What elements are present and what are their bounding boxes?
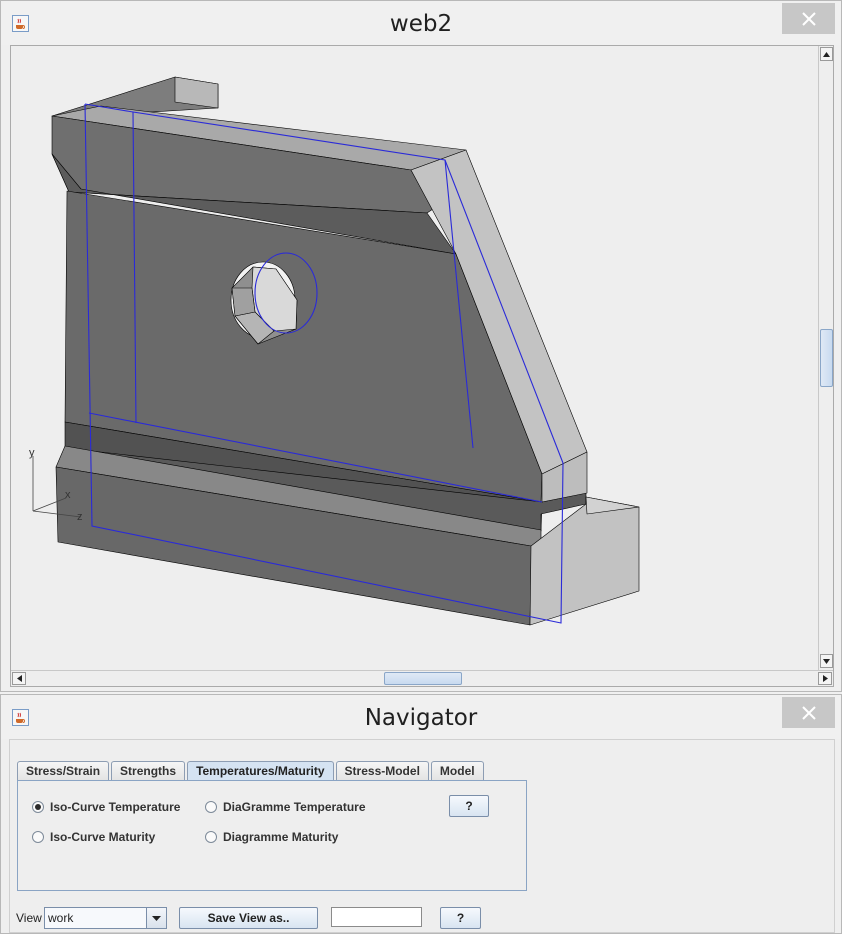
horizontal-scrollbar[interactable] xyxy=(11,670,833,686)
vertical-scrollbar[interactable] xyxy=(818,46,833,670)
tab-model[interactable]: Model xyxy=(430,761,484,781)
vertical-scroll-thumb[interactable] xyxy=(820,329,833,387)
navigator-titlebar[interactable]: Navigator xyxy=(1,695,841,739)
window-title: Navigator xyxy=(364,705,478,731)
axis-label-x: x xyxy=(65,489,71,501)
arrow-down-icon xyxy=(823,658,830,664)
tab-strip: Stress/Strain Strengths Temperatures/Mat… xyxy=(17,761,486,782)
radio-unselected-icon xyxy=(205,801,217,813)
navigator-panel: Stress/Strain Strengths Temperatures/Mat… xyxy=(9,739,835,933)
arrow-up-icon xyxy=(823,51,830,57)
view-label: View xyxy=(16,911,42,925)
scroll-right-button[interactable] xyxy=(818,672,832,685)
radio-unselected-icon xyxy=(205,831,217,843)
viewer-titlebar[interactable]: web2 xyxy=(1,1,841,45)
dropdown-button[interactable] xyxy=(146,908,166,928)
axis-label-y: y xyxy=(29,447,35,459)
radio-unselected-icon xyxy=(32,831,44,843)
3d-model-canvas[interactable]: y x z xyxy=(11,46,817,669)
chevron-down-icon xyxy=(152,915,161,921)
window-title: web2 xyxy=(389,11,453,37)
radio-diagramme-temperature[interactable]: DiaGramme Temperature xyxy=(205,800,366,814)
tab-stress-model[interactable]: Stress-Model xyxy=(335,761,429,781)
horizontal-scroll-thumb[interactable] xyxy=(384,672,462,685)
view-select[interactable]: work xyxy=(44,907,167,929)
radio-iso-curve-temperature[interactable]: Iso-Curve Temperature xyxy=(32,800,180,814)
tab-temperatures-maturity[interactable]: Temperatures/Maturity xyxy=(187,761,334,782)
scroll-down-button[interactable] xyxy=(820,654,833,668)
close-button[interactable] xyxy=(782,697,835,728)
view-help-button[interactable]: ? xyxy=(440,907,481,929)
scroll-left-button[interactable] xyxy=(12,672,26,685)
close-button[interactable] xyxy=(782,3,835,34)
viewer-window: web2 y x z xyxy=(0,0,842,692)
view-name-input[interactable] xyxy=(331,907,422,927)
navigator-window: Navigator Stress/Strain Strengths Temper… xyxy=(0,694,842,934)
close-x-icon xyxy=(801,705,816,720)
tab-strengths[interactable]: Strengths xyxy=(111,761,186,781)
arrow-right-icon xyxy=(822,675,828,682)
axis-label-z: z xyxy=(77,511,83,523)
close-x-icon xyxy=(801,11,816,26)
scroll-up-button[interactable] xyxy=(820,47,833,61)
radio-diagramme-maturity[interactable]: Diagramme Maturity xyxy=(205,830,338,844)
arrow-left-icon xyxy=(16,675,22,682)
radio-iso-curve-maturity[interactable]: Iso-Curve Maturity xyxy=(32,830,155,844)
concrete-web-model xyxy=(51,76,640,626)
view-select-value: work xyxy=(48,911,74,925)
radio-selected-icon xyxy=(32,801,44,813)
tab-stress-strain[interactable]: Stress/Strain xyxy=(17,761,110,781)
radio-label: Iso-Curve Temperature xyxy=(50,800,181,814)
radio-label: DiaGramme Temperature xyxy=(223,800,366,814)
help-button[interactable]: ? xyxy=(449,795,489,817)
save-view-button[interactable]: Save View as.. xyxy=(179,907,318,929)
radio-label: Iso-Curve Maturity xyxy=(50,830,156,844)
tab-content: Iso-Curve Temperature DiaGramme Temperat… xyxy=(17,780,527,891)
3d-viewport[interactable]: y x z xyxy=(10,45,834,687)
radio-label: Diagramme Maturity xyxy=(223,830,339,844)
